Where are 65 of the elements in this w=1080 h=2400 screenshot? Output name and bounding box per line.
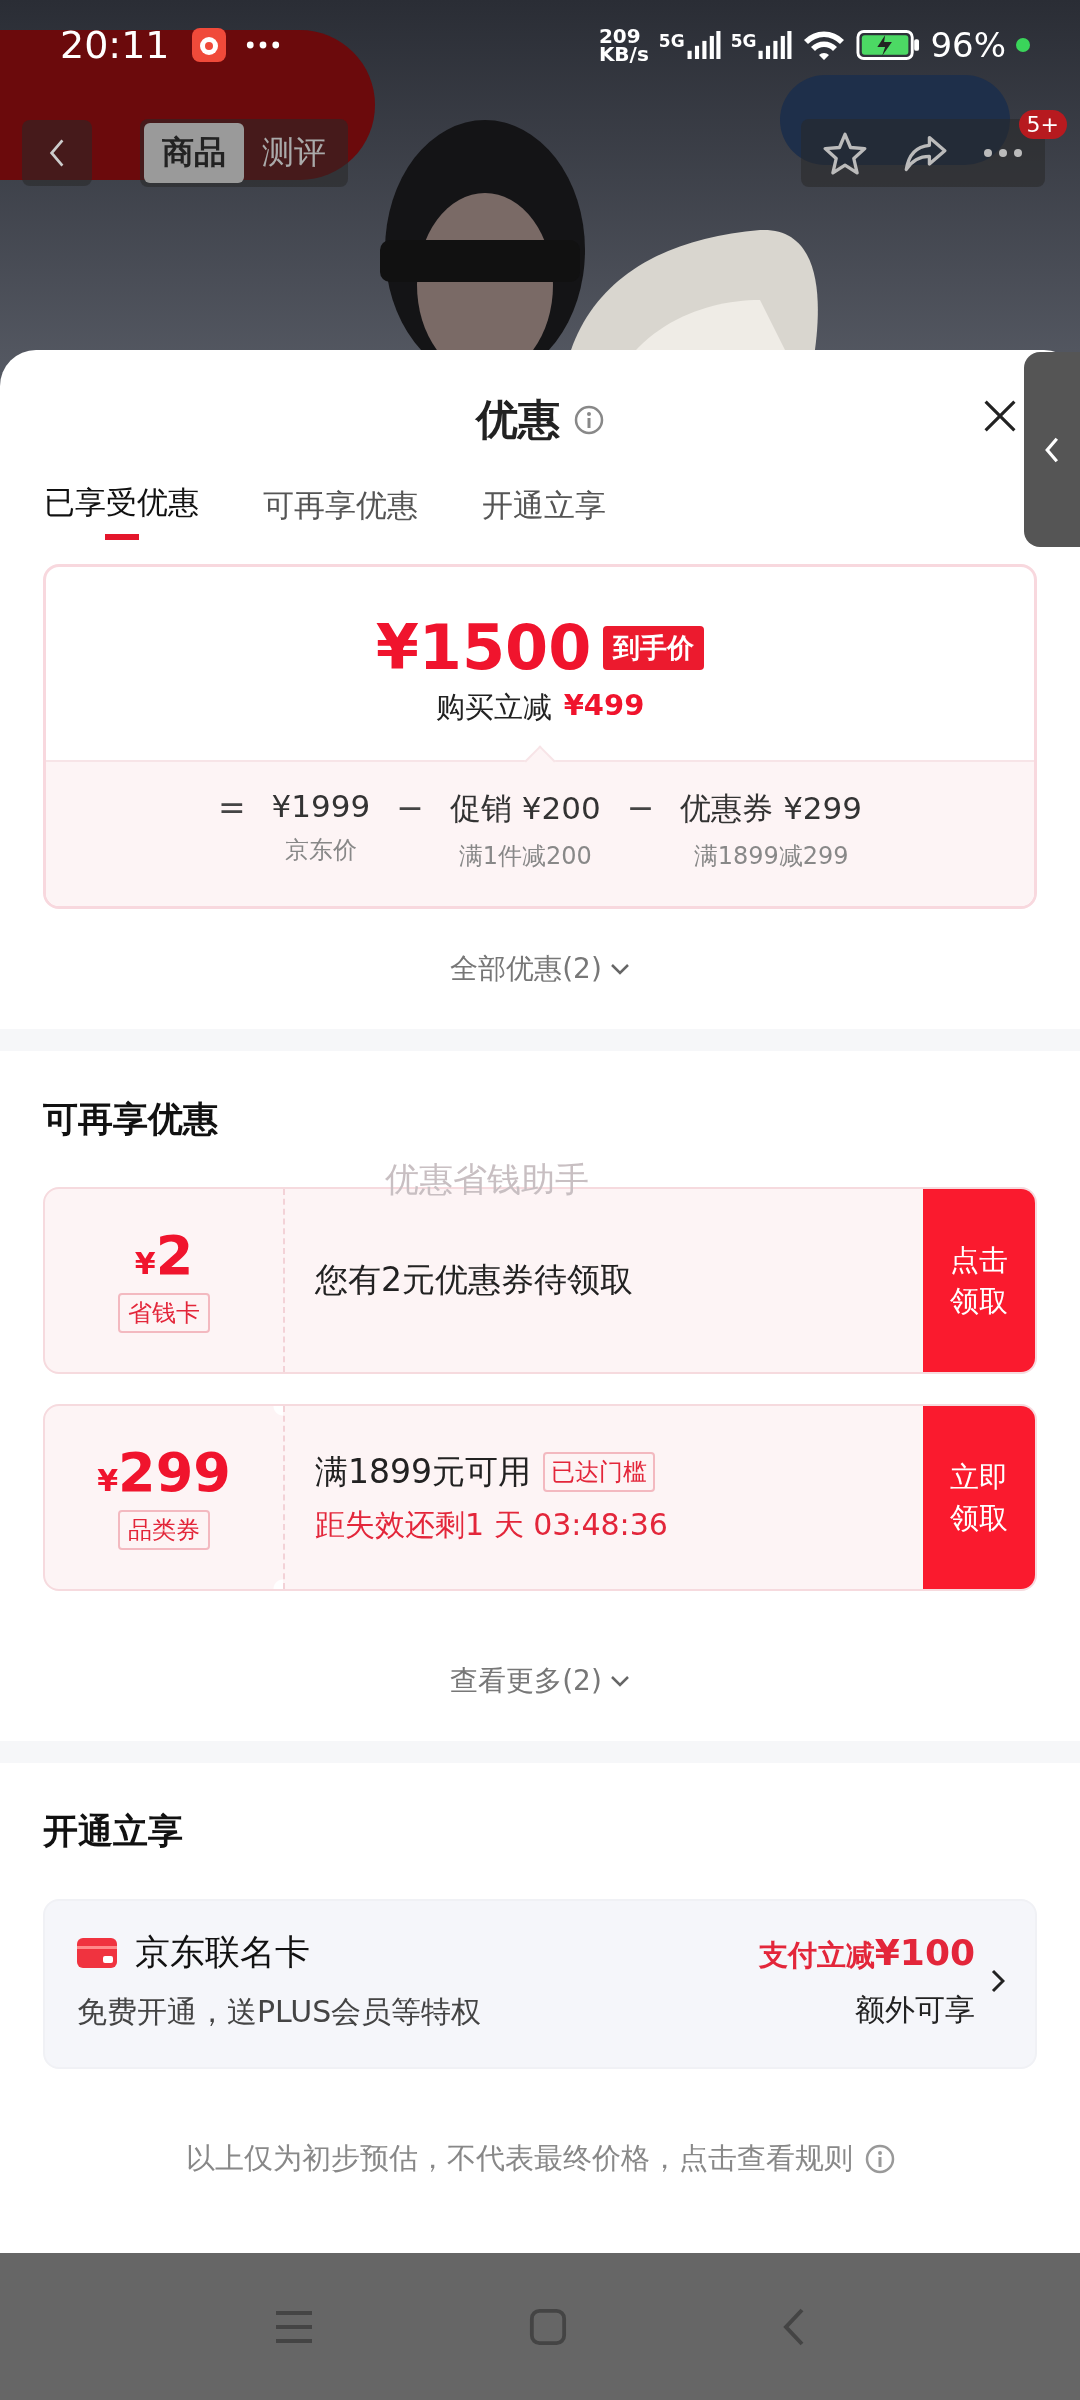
disclaimer-text[interactable]: 以上仅为初步预估，不代表最终价格，点击查看规则 xyxy=(185,2139,853,2179)
coupon-amount: ¥2 xyxy=(134,1228,194,1283)
threshold-tag: 已达门槛 xyxy=(543,1452,655,1492)
section-title: 开通立享 xyxy=(43,1810,183,1853)
co-branded-card-offer[interactable]: 京东联名卡 免费开通，送PLUS会员等特权 支付立减¥100 额外可享 xyxy=(43,1899,1037,2069)
network-type: 5G xyxy=(658,31,685,51)
status-time: 20:11 xyxy=(60,23,170,67)
signal-icon xyxy=(686,31,721,59)
price-note: 京东价 xyxy=(284,835,357,866)
price-component: ¥1999 xyxy=(271,788,371,824)
credit-card-icon xyxy=(77,1937,117,1968)
claim-button[interactable]: 点击领取 xyxy=(923,1189,1035,1372)
coupon-tag: 省钱卡 xyxy=(118,1292,210,1333)
network-type: 5G xyxy=(730,31,757,51)
card-name: 京东联名卡 xyxy=(135,1931,310,1974)
home-icon[interactable] xyxy=(529,2307,567,2346)
payment-discount: 支付立减¥100 xyxy=(758,1931,975,1975)
chevron-down-icon xyxy=(609,1675,630,1687)
header-tab[interactable]: 测评 xyxy=(244,123,344,183)
battery-percentage: 96% xyxy=(930,25,1006,65)
operator-sign: − xyxy=(626,788,655,829)
card-description: 免费开通，送PLUS会员等特权 xyxy=(77,1993,483,2031)
back-icon xyxy=(48,137,66,169)
back-icon[interactable] xyxy=(782,2306,806,2347)
price-tag: 到手价 xyxy=(603,625,705,670)
battery-icon xyxy=(856,29,921,61)
price-note: 满1899减299 xyxy=(693,841,849,872)
final-price: ¥1500 xyxy=(375,611,592,684)
coupon-amount: ¥299 xyxy=(97,1445,231,1500)
operator-sign: = xyxy=(217,788,246,829)
menu-icon[interactable] xyxy=(274,2308,314,2345)
star-icon[interactable] xyxy=(823,131,867,175)
info-icon[interactable] xyxy=(864,2144,895,2174)
price-component: 促销 ¥200 xyxy=(449,789,601,828)
more-notifications-icon xyxy=(245,40,280,50)
see-more-link[interactable]: 查看更多(2) xyxy=(450,1621,630,1741)
coupon-tag: 品类券 xyxy=(118,1509,210,1550)
floating-label: 优惠省钱助手 xyxy=(385,1158,589,1201)
back-button[interactable] xyxy=(22,120,92,186)
offer-tab[interactable]: 可再享优惠 xyxy=(263,478,418,534)
section-title: 可再享优惠 xyxy=(43,1098,218,1141)
chevron-right-icon xyxy=(991,1969,1005,1993)
chevron-left-icon xyxy=(1044,435,1060,464)
more-icon[interactable] xyxy=(983,148,1023,158)
header-tab[interactable]: 商品 xyxy=(144,123,244,183)
saving-label: 购买立减 xyxy=(435,689,552,726)
price-component: 优惠券 ¥299 xyxy=(680,789,863,828)
saving-amount: ¥499 xyxy=(563,688,645,724)
price-note: 满1件减200 xyxy=(458,841,592,872)
signal-icon xyxy=(758,31,793,59)
sheet-title: 优惠 xyxy=(476,394,560,446)
network-speed: 209 KB/s xyxy=(598,27,649,63)
coupon-text: 您有2元优惠券待领取 xyxy=(315,1259,633,1301)
extra-note: 额外可享 xyxy=(855,1990,975,2029)
info-icon[interactable] xyxy=(574,405,604,435)
countdown-text: 距失效还剩1 天 03:48:36 xyxy=(315,1505,669,1544)
claim-button[interactable]: 立即领取 xyxy=(923,1406,1035,1589)
chevron-down-icon xyxy=(609,963,630,975)
coupon-text: 满1899元可用 xyxy=(315,1450,531,1493)
close-icon[interactable] xyxy=(982,398,1018,434)
app-notification-icon xyxy=(191,28,226,62)
operator-sign: − xyxy=(396,788,424,829)
offer-tab[interactable]: 开通立享 xyxy=(482,478,606,534)
side-panel-handle[interactable] xyxy=(1024,352,1080,547)
all-offers-link[interactable]: 全部优惠(2) xyxy=(450,909,630,1029)
